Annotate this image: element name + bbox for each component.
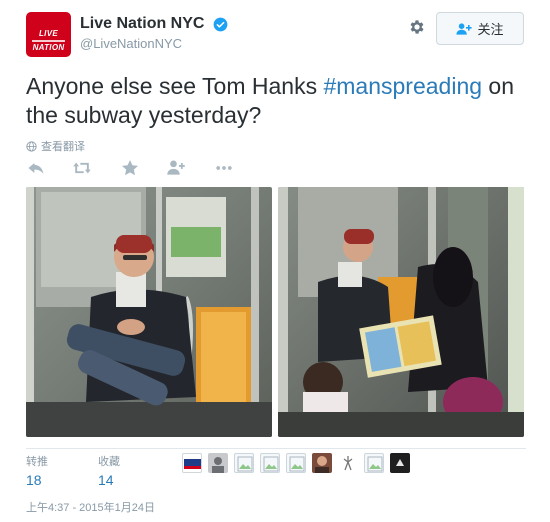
liker-avatar[interactable] (364, 453, 384, 473)
account-names: Live Nation NYC @LiveNationNYC (80, 15, 228, 51)
retweets-count: 18 (26, 472, 42, 488)
subway-photo-2[interactable] (278, 187, 524, 437)
follow-label: 关注 (477, 22, 504, 37)
favorite-icon[interactable] (120, 158, 140, 178)
broken-image-icon (289, 456, 305, 472)
gear-icon[interactable] (408, 18, 426, 36)
display-name[interactable]: Live Nation NYC (80, 15, 204, 33)
liker-avatar[interactable] (182, 453, 202, 473)
tweet-stats: 转推 18 收藏 14 (26, 448, 526, 488)
globe-icon (26, 140, 37, 152)
person-icon (315, 456, 329, 473)
tweet-text-before: Anyone else see Tom Hanks (26, 73, 324, 99)
retweet-stat[interactable]: 转推 18 (26, 453, 48, 488)
reply-icon[interactable] (26, 158, 46, 178)
tweet-header: LIVE NATION Live Nation NYC @LiveNationN… (26, 12, 526, 58)
tweet-photos (26, 187, 524, 437)
favorites-count: 14 (98, 472, 114, 488)
broken-image-icon (263, 456, 279, 472)
avatar[interactable]: LIVE NATION (26, 12, 71, 57)
account-handle[interactable]: @LiveNationNYC (80, 36, 228, 51)
liker-avatar[interactable] (208, 453, 228, 473)
follow-icon[interactable] (166, 158, 186, 178)
tweet-text: Anyone else see Tom Hanks #manspreading … (26, 72, 526, 130)
favorite-stat[interactable]: 收藏 14 (98, 453, 120, 488)
avatar-logo-bar (32, 40, 65, 42)
add-user-icon (456, 22, 473, 35)
verified-badge-icon (213, 17, 228, 31)
translate-label: 查看翻译 (41, 141, 85, 153)
retweets-label: 转推 (26, 456, 48, 468)
liker-avatar[interactable] (390, 453, 410, 473)
more-icon[interactable] (214, 158, 234, 178)
favorites-label: 收藏 (98, 456, 120, 468)
liker-avatar[interactable] (286, 453, 306, 473)
avatar-logo-text: LIVE NATION (32, 29, 65, 52)
person-icon (212, 457, 224, 473)
liker-avatar[interactable] (338, 453, 358, 473)
liker-avatars (182, 453, 410, 473)
ann-logo-icon (184, 459, 201, 469)
liker-avatar[interactable] (234, 453, 254, 473)
subway-photo-1-image (26, 187, 272, 437)
sketch-figure-icon (343, 456, 353, 471)
subway-photo-1[interactable] (26, 187, 272, 437)
tweet-timestamp[interactable]: 上午4:37 - 2015年1月24日 (26, 499, 155, 515)
broken-image-icon (237, 456, 253, 472)
liker-avatar[interactable] (312, 453, 332, 473)
dark-logo-icon (396, 459, 404, 466)
tweet-actions (26, 158, 256, 178)
liker-avatar[interactable] (260, 453, 280, 473)
broken-image-icon (367, 456, 383, 472)
subway-photo-2-image (278, 187, 524, 437)
hashtag-link[interactable]: #manspreading (323, 73, 482, 99)
retweet-icon[interactable] (72, 158, 92, 178)
follow-button[interactable]: 关注 (436, 12, 524, 45)
translate-link[interactable]: 查看翻译 (26, 138, 85, 154)
